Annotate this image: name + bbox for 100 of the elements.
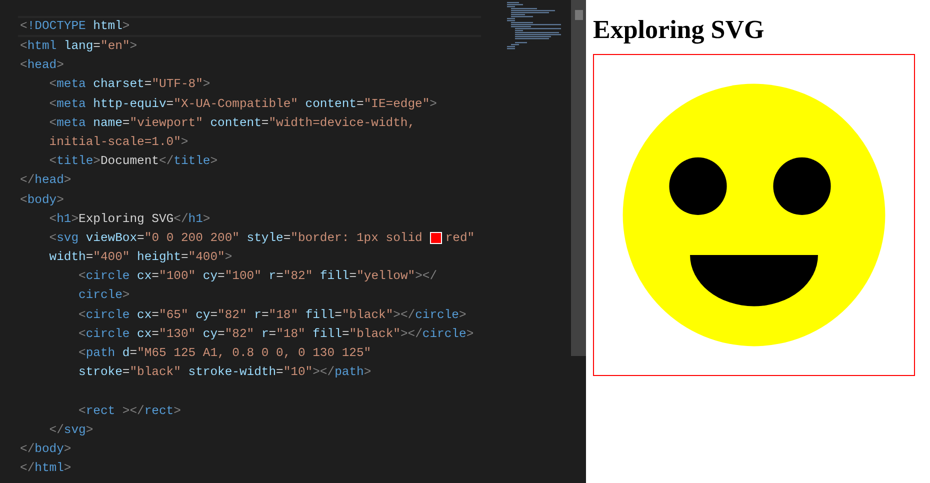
code-token: "100" <box>224 268 262 286</box>
code-token: > <box>210 153 218 170</box>
code-token: "black" <box>349 326 400 343</box>
code-token: "M65 125 A1, 0.8 0 0, 0 130 125" <box>137 345 372 362</box>
code-token: meta <box>56 114 86 132</box>
code-token: html <box>34 460 64 478</box>
code-token: "82" <box>218 306 247 324</box>
code-token: = <box>137 230 144 247</box>
scrollbar-thumb[interactable] <box>574 10 582 20</box>
code-token: = <box>144 76 152 94</box>
code-token: fill <box>304 306 335 324</box>
code-token: > <box>202 210 210 228</box>
code-token: "10" <box>283 364 313 382</box>
code-token: html <box>92 18 122 35</box>
code-token: > <box>71 210 79 228</box>
code-token: initial-scale=1.0" <box>48 134 181 151</box>
code-token: h1 <box>56 210 72 228</box>
code-token: "border: 1px solid <box>290 230 422 247</box>
code-token: = <box>342 326 350 343</box>
code-token: </ <box>20 460 35 478</box>
code-token: > <box>364 364 372 382</box>
code-token: svg <box>64 422 86 439</box>
code-token: "130" <box>159 326 196 343</box>
code-token: = <box>152 326 159 343</box>
code-token: "X-UA-Compatible" <box>174 96 298 113</box>
code-token: > <box>93 153 100 170</box>
code-token: meta <box>56 76 86 94</box>
code-token: content <box>304 96 356 113</box>
code-token: = <box>334 306 342 324</box>
code-token: = <box>349 268 357 286</box>
code-token: = <box>218 268 225 286</box>
code-token: d <box>121 345 130 362</box>
code-token: > <box>64 440 72 458</box>
code-token: < <box>48 210 57 228</box>
code-token: stroke <box>78 364 122 382</box>
code-token: = <box>122 364 130 382</box>
code-token: cx <box>136 306 152 324</box>
code-token: width <box>48 249 86 266</box>
code-token: > <box>64 460 72 478</box>
code-token: = <box>356 96 364 113</box>
code-token: < <box>48 76 57 94</box>
code-token: cy <box>194 306 210 324</box>
code-token: fill <box>312 326 342 343</box>
code-token: </ <box>20 172 35 190</box>
code-token: "400" <box>188 249 225 266</box>
code-token: cx <box>136 326 152 343</box>
code-token: svg <box>56 230 79 247</box>
color-swatch-icon[interactable] <box>430 232 442 244</box>
code-token: name <box>92 114 122 132</box>
code-token: </ <box>174 210 188 228</box>
code-token: h1 <box>188 210 203 228</box>
code-token: < <box>48 153 57 170</box>
code-token: body <box>27 192 57 208</box>
code-token: "82" <box>283 268 313 286</box>
code-token: < <box>78 326 86 343</box>
code-token: "en" <box>100 38 130 55</box>
code-token: > <box>174 402 181 420</box>
code-token: = <box>283 230 291 247</box>
code-token: = <box>86 249 94 266</box>
code-token: = <box>276 268 284 286</box>
code-token: "black" <box>342 306 394 324</box>
code-token: r <box>253 306 262 324</box>
code-token: http-equiv <box>92 96 166 113</box>
code-token: "viewport" <box>130 114 203 132</box>
code-token: circle <box>422 326 466 343</box>
scrollbar[interactable] <box>571 0 586 356</box>
code-token: </ <box>159 153 174 170</box>
code-token: r <box>268 268 276 286</box>
code-token: ></ <box>312 364 335 382</box>
code-token: > <box>430 96 437 113</box>
code-token: path <box>334 364 364 382</box>
code-token: < <box>78 402 86 420</box>
code-token: > <box>56 57 64 74</box>
code-token: ></ <box>393 306 416 324</box>
code-token: Document <box>100 153 159 170</box>
code-token: = <box>218 326 225 343</box>
code-token: < <box>20 38 28 55</box>
code-token: = <box>122 114 130 132</box>
code-token: content <box>209 114 262 132</box>
code-token: > <box>224 249 232 266</box>
code-token: "65" <box>159 306 188 324</box>
code-token: "100" <box>159 268 196 286</box>
code-token: > <box>180 134 188 151</box>
code-token: > <box>459 306 466 324</box>
code-token: circle <box>86 326 130 343</box>
code-token: stroke-width <box>187 364 276 382</box>
code-token: "18" <box>268 306 298 324</box>
code-token: body <box>34 440 64 458</box>
code-token: = <box>180 249 188 266</box>
code-token: head <box>27 57 57 74</box>
code-token: = <box>261 114 269 132</box>
code-token: < <box>20 57 28 74</box>
page-heading: Exploring SVG <box>593 15 766 45</box>
code-token: ></ <box>121 402 144 420</box>
code-token: viewBox <box>84 230 138 247</box>
code-token: "400" <box>93 249 130 266</box>
code-token: cx <box>136 268 152 286</box>
code-token: circle <box>86 306 130 324</box>
code-token: "yellow" <box>356 268 416 286</box>
code-token: "82" <box>224 326 254 343</box>
